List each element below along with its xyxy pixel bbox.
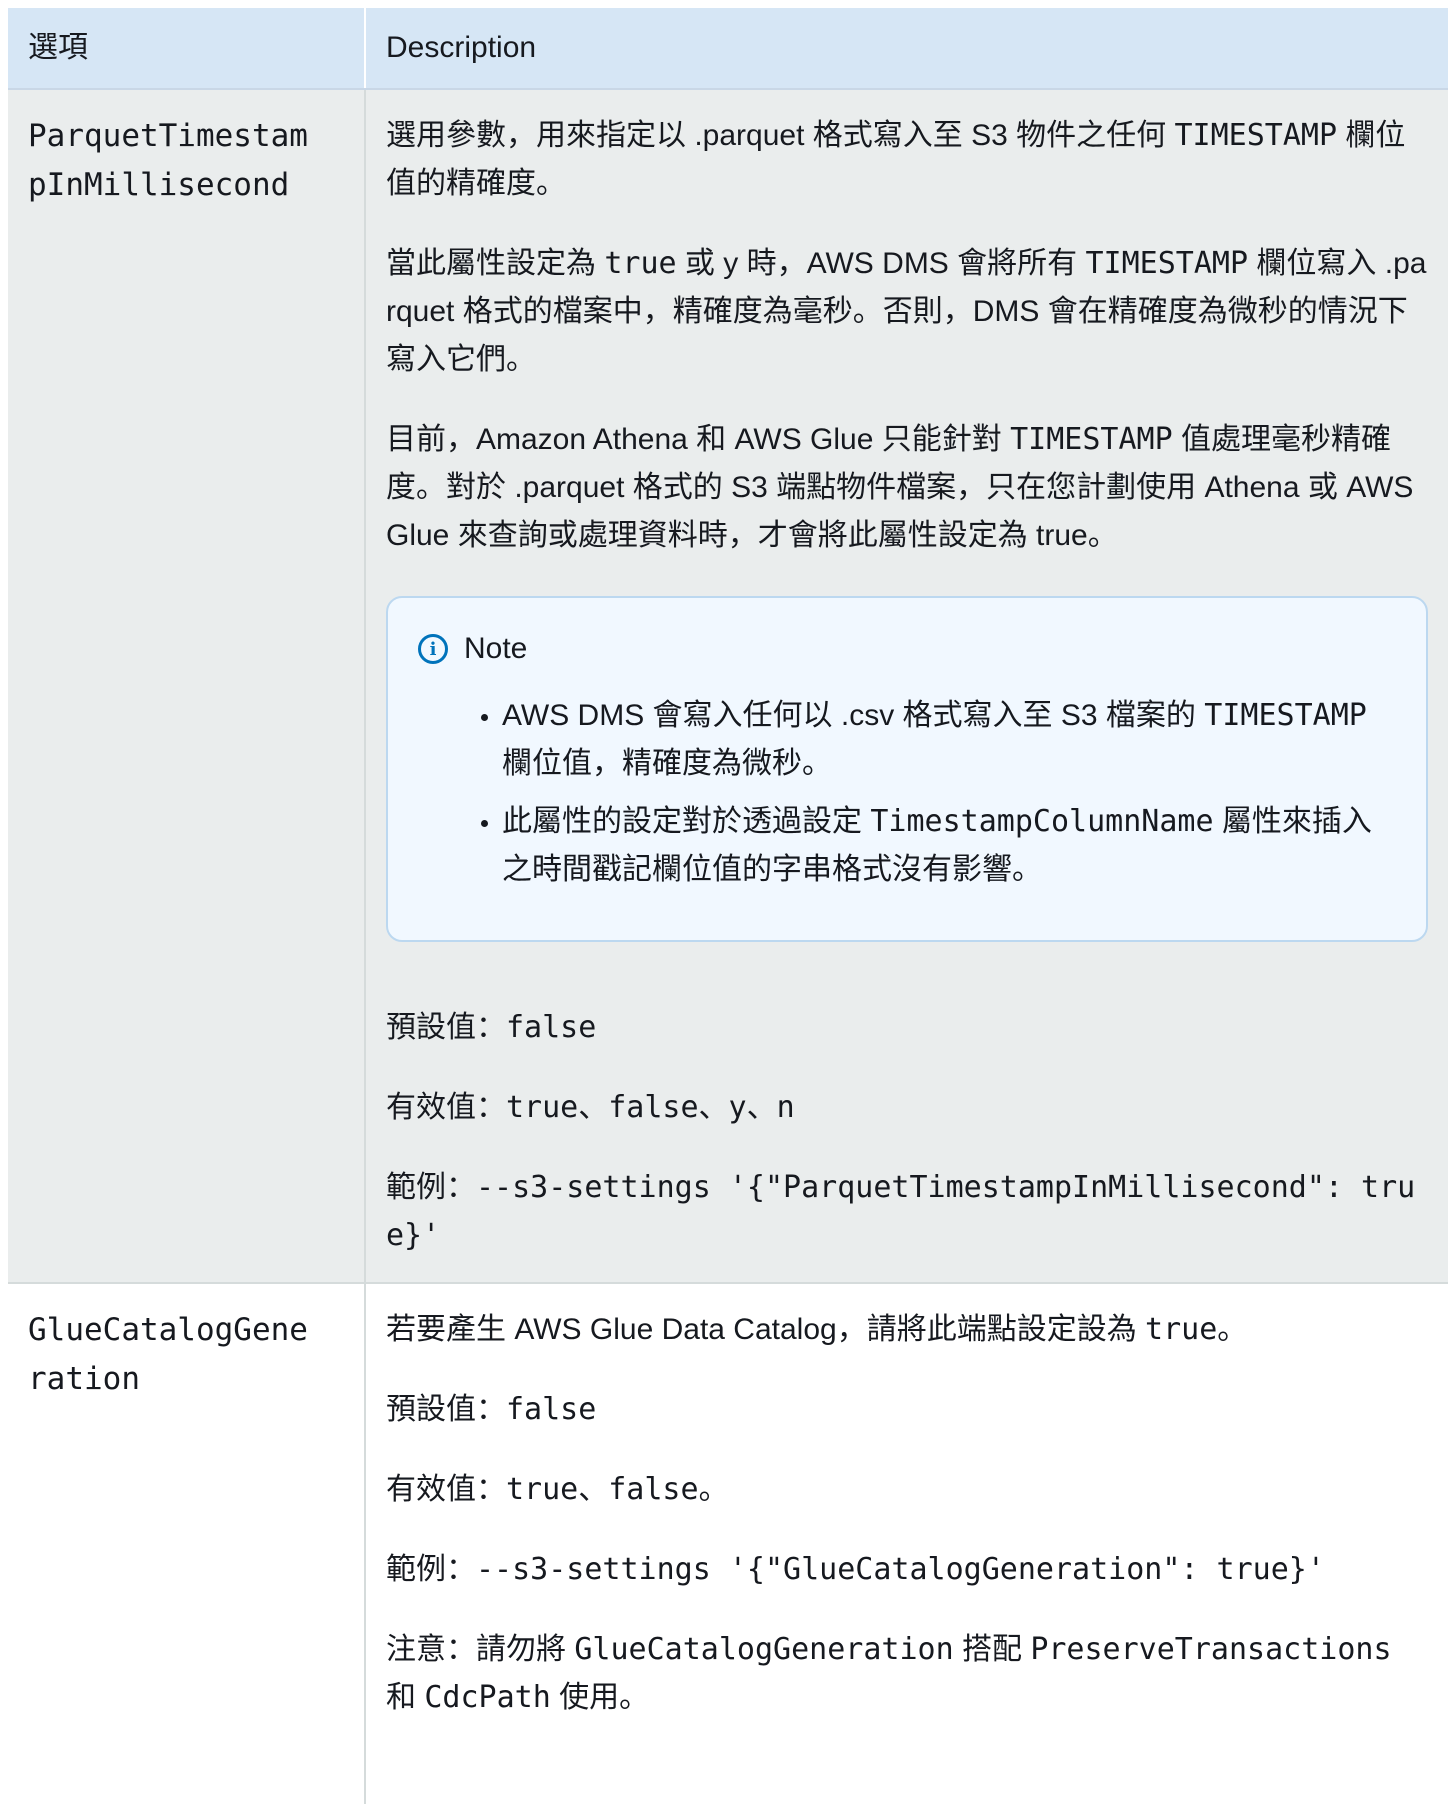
note-title: Note [464,632,528,665]
options-table: 選項 Description ParquetTimestampInMillise… [8,8,1448,1804]
inline-code: GlueCatalogGeneration [574,1632,954,1667]
info-icon: i [418,634,448,664]
description-paragraph: 當此屬性設定為 true 或 y 時，AWS DMS 會將所有 TIMESTAM… [386,246,1427,376]
valid-values: 有效值：true、false、y、n [386,1090,795,1125]
inline-code: CdcPath [424,1680,551,1715]
option-name: GlueCatalogGeneration [28,1312,308,1397]
note-box: i Note AWS DMS 會寫入任何以 .csv 格式寫入至 S3 檔案的 … [386,596,1428,942]
example: 範例：--s3-settings '{"ParquetTimestampInMi… [386,1170,1416,1253]
description-paragraph: 選用參數，用來指定以 .parquet 格式寫入至 S3 物件之任何 TIMES… [386,118,1406,200]
header-description: Description [386,31,537,64]
description-cell: 選用參數，用來指定以 .parquet 格式寫入至 S3 物件之任何 TIMES… [366,90,1448,1282]
default-value: 預設值：false [386,1392,597,1427]
inline-code: TIMESTAMP [1174,118,1338,153]
valid-values: 有效值：true、false。 [386,1472,729,1507]
example: 範例：--s3-settings '{"GlueCatalogGeneratio… [386,1552,1325,1587]
description-paragraph: 若要產生 AWS Glue Data Catalog，請將此端點設定設為 tru… [386,1312,1248,1347]
default-value: 預設值：false [386,1010,597,1045]
table-row: GlueCatalogGeneration 若要產生 AWS Glue Data… [8,1284,1448,1804]
inline-code: TIMESTAMP [1204,698,1367,733]
inline-code: true [1145,1312,1218,1347]
list-item: AWS DMS 會寫入任何以 .csv 格式寫入至 S3 檔案的 TIMESTA… [502,692,1396,788]
option-cell: GlueCatalogGeneration [8,1284,366,1804]
option-cell: ParquetTimestampInMillisecond [8,90,366,1282]
inline-code: true [604,246,677,281]
option-name: ParquetTimestampInMillisecond [28,118,308,203]
inline-code: TIMESTAMP [1010,422,1173,457]
caution: 注意：請勿將 GlueCatalogGeneration 搭配 Preserve… [386,1632,1392,1715]
inline-code: PreserveTransactions [1030,1632,1392,1667]
description-paragraph: 目前，Amazon Athena 和 AWS Glue 只能針對 TIMESTA… [386,422,1414,552]
inline-code: TIMESTAMP [1085,246,1249,281]
header-option: 選項 [8,8,366,88]
table-row: ParquetTimestampInMillisecond 選用參數，用來指定以… [8,90,1448,1284]
note-list: AWS DMS 會寫入任何以 .csv 格式寫入至 S3 檔案的 TIMESTA… [418,692,1396,894]
table-header-row: 選項 Description [8,8,1448,90]
description-cell: 若要產生 AWS Glue Data Catalog，請將此端點設定設為 tru… [366,1284,1448,1804]
list-item: 此屬性的設定對於透過設定 TimestampColumnName 屬性來插入之時… [502,798,1396,894]
note-header: i Note [418,632,1396,666]
inline-code: TimestampColumnName [870,804,1214,839]
